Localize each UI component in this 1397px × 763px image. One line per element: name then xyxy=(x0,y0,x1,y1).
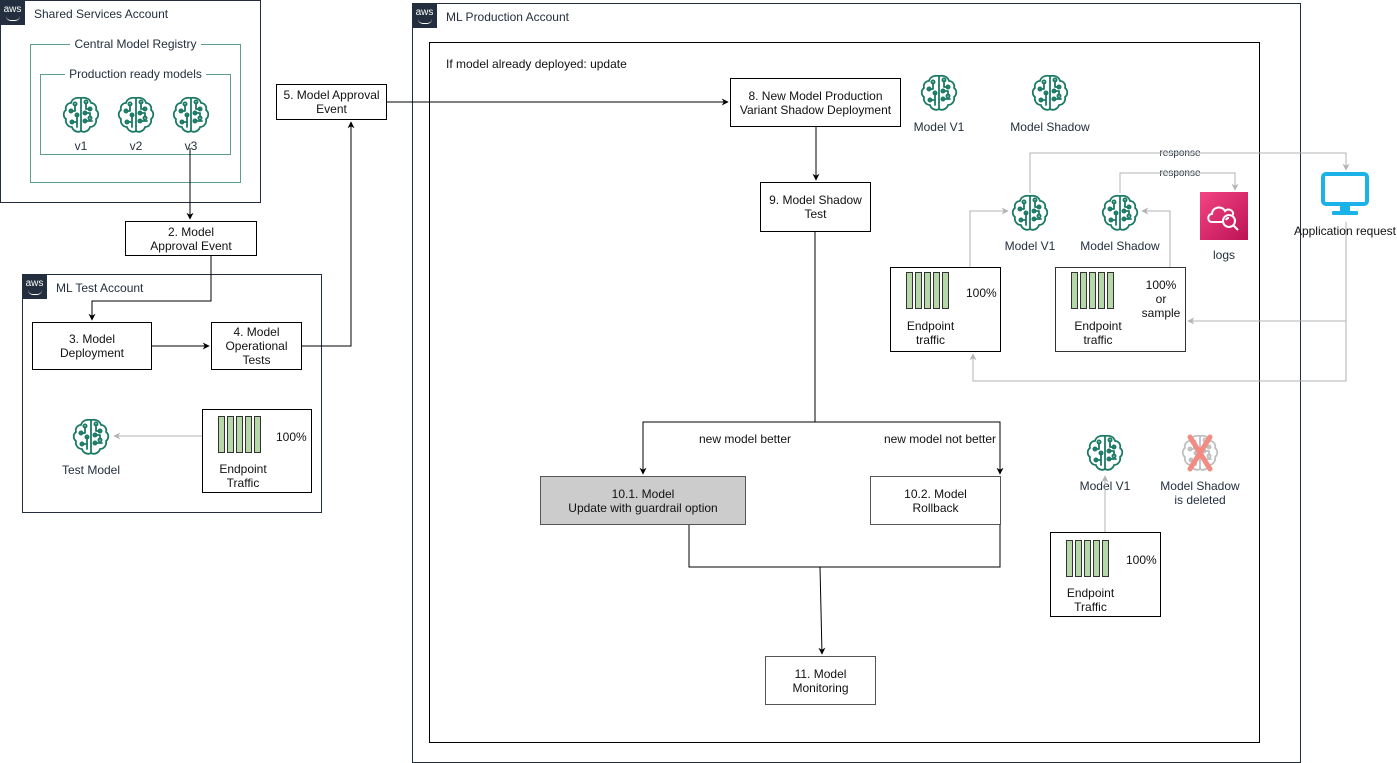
traffic-bars xyxy=(1066,540,1109,577)
legend-model-shadow-icon xyxy=(1030,73,1070,113)
traffic-label: Endpoint Traffic xyxy=(219,462,267,490)
model-version-label: v1 xyxy=(74,139,88,153)
model-version-label: v3 xyxy=(184,139,198,153)
deleted-model-shadow-icon xyxy=(1180,433,1220,473)
branch-not-better-label: new model not better xyxy=(883,432,997,446)
step-9-model-shadow-test[interactable]: 9. Model Shadow Test xyxy=(760,182,871,232)
traffic-bars xyxy=(906,272,949,309)
aws-logo-icon: aws xyxy=(22,274,47,299)
model-brain-icon[interactable] xyxy=(171,95,211,135)
legend-model-v1-label: Model V1 xyxy=(913,120,965,134)
aws-logo-icon: aws xyxy=(0,0,25,25)
step-2-model-approval-event[interactable]: 2. Model Approval Event xyxy=(125,221,257,256)
shadow-model-shadow-icon[interactable] xyxy=(1100,193,1140,233)
step-4-model-operational-tests[interactable]: 4. Model Operational Tests xyxy=(211,322,302,370)
step-8-shadow-deployment[interactable]: 8. New Model Production Variant Shadow D… xyxy=(730,78,901,127)
update-region xyxy=(429,42,1260,743)
registry-title: Central Model Registry xyxy=(70,37,201,51)
traffic-label: Endpoint traffic xyxy=(906,319,955,347)
traffic-percent: 100% xyxy=(276,430,307,444)
step-3-model-deployment[interactable]: 3. Model Deployment xyxy=(32,322,152,370)
test-model-brain-icon[interactable] xyxy=(71,417,111,457)
account-title: ML Production Account xyxy=(446,10,569,24)
application-request-label: Application request xyxy=(1293,224,1397,238)
response-label: response xyxy=(1159,168,1201,179)
branch-better-label: new model better xyxy=(698,432,792,446)
traffic-label: Endpoint Traffic xyxy=(1066,586,1115,614)
rollback-model-v1-label: Model V1 xyxy=(1079,479,1131,493)
shadow-deleted-label: Model Shadow is deleted xyxy=(1160,479,1240,507)
traffic-label: Endpoint traffic xyxy=(1074,319,1122,347)
logs-label: logs xyxy=(1212,248,1235,262)
account-title: Shared Services Account xyxy=(34,7,169,21)
shadow-model-v1-icon[interactable] xyxy=(1010,193,1050,233)
model-version-label: v2 xyxy=(129,139,143,153)
test-endpoint-traffic[interactable]: 100% Endpoint Traffic xyxy=(202,409,312,493)
step-10-2-model-rollback[interactable]: 10.2. Model Rollback xyxy=(870,476,1001,525)
step-10-1-model-update[interactable]: 10.1. Model Update with guardrail option xyxy=(540,476,746,525)
account-title: ML Test Account xyxy=(56,281,144,295)
production-ready-title: Production ready models xyxy=(65,67,206,81)
shadow-model-v1-label: Model V1 xyxy=(1004,239,1056,253)
model-brain-icon[interactable] xyxy=(61,95,101,135)
rollback-model-v1-icon[interactable] xyxy=(1085,433,1125,473)
model-brain-icon[interactable] xyxy=(116,95,156,135)
condition-note: If model already deployed: update xyxy=(446,57,627,71)
traffic-percent: 100% xyxy=(966,286,997,300)
aws-logo-icon: aws xyxy=(412,3,437,28)
endpoint-traffic-v1[interactable]: 100% Endpoint traffic xyxy=(890,267,1001,352)
traffic-percent: 100% xyxy=(1126,553,1157,567)
test-model-label: Test Model xyxy=(61,463,121,477)
traffic-bars xyxy=(218,416,261,453)
traffic-bars xyxy=(1071,272,1114,309)
rollback-endpoint-traffic[interactable]: 100% Endpoint Traffic xyxy=(1050,532,1161,617)
shadow-model-shadow-label: Model Shadow xyxy=(1080,239,1160,253)
logs-icon[interactable] xyxy=(1200,192,1248,240)
response-label: response xyxy=(1159,148,1201,159)
step-11-model-monitoring[interactable]: 11. Model Monitoring xyxy=(765,656,876,705)
application-monitor-icon[interactable] xyxy=(1321,172,1369,220)
legend-model-shadow-label: Model Shadow xyxy=(1010,120,1090,134)
legend-model-v1-icon xyxy=(919,73,959,113)
traffic-percent: 100% or sample xyxy=(1141,278,1181,320)
step-5-model-approval-event[interactable]: 5. Model Approval Event xyxy=(276,84,387,120)
endpoint-traffic-shadow[interactable]: 100% or sample Endpoint traffic xyxy=(1055,267,1186,352)
